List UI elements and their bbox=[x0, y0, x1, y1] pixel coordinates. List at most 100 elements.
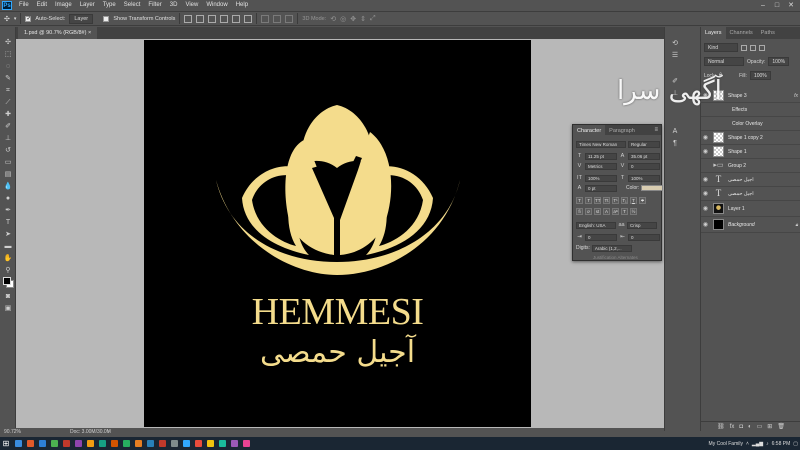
language-select[interactable]: English: USA bbox=[576, 221, 616, 229]
paragraph-panel-icon[interactable]: ¶ bbox=[669, 139, 681, 149]
small-caps-button[interactable]: Tt bbox=[603, 196, 610, 204]
distribute-icon[interactable] bbox=[273, 14, 282, 23]
taskbar-app-icon[interactable] bbox=[169, 437, 180, 450]
ligature-button[interactable]: fi bbox=[576, 207, 583, 215]
chevron-right-icon[interactable]: › bbox=[108, 428, 110, 437]
3d-slide-icon[interactable]: ⇕ bbox=[360, 15, 366, 23]
taskbar-app-icon[interactable] bbox=[85, 437, 96, 450]
horizontal-scale-input[interactable]: 100% bbox=[628, 174, 660, 182]
clone-stamp-icon[interactable]: ⊥ bbox=[3, 135, 13, 143]
layer-row[interactable]: ◉ Layer 1 bbox=[701, 201, 800, 217]
vertical-scale-input[interactable]: 100% bbox=[585, 174, 617, 182]
font-size-input[interactable]: 11.25 pt bbox=[585, 152, 617, 160]
menu-item-help[interactable]: Help bbox=[232, 0, 252, 11]
baseline-input[interactable]: 0 pt bbox=[585, 184, 617, 192]
properties-panel-icon[interactable]: ☰ bbox=[669, 51, 681, 61]
menu-item-select[interactable]: Select bbox=[120, 0, 145, 11]
filter-type-icon[interactable] bbox=[750, 44, 756, 51]
menu-item-view[interactable]: View bbox=[181, 0, 202, 11]
taskbar-app-icon[interactable] bbox=[121, 437, 132, 450]
leading-input[interactable]: 35.06 pt bbox=[628, 152, 660, 160]
distribute-icon[interactable] bbox=[261, 14, 270, 23]
blend-mode-select[interactable]: Normal bbox=[704, 57, 744, 66]
user-label[interactable]: My Cool Family bbox=[709, 441, 743, 447]
move-tool-icon[interactable]: ✣ bbox=[4, 15, 10, 23]
healing-brush-icon[interactable]: ✚ bbox=[3, 111, 13, 119]
fill-input[interactable]: 100% bbox=[749, 71, 771, 80]
eye-icon[interactable]: ◉ bbox=[701, 148, 710, 155]
taskbar-app-icon[interactable] bbox=[133, 437, 144, 450]
eye-icon[interactable]: ◉ bbox=[701, 190, 710, 197]
ordinals-button[interactable]: T bbox=[621, 207, 628, 215]
align-left-icon[interactable] bbox=[220, 14, 229, 23]
menu-item-image[interactable]: Image bbox=[51, 0, 76, 11]
opacity-input[interactable]: 100% bbox=[768, 57, 790, 66]
tab-layers[interactable]: Layers bbox=[701, 27, 726, 39]
brush-tool-icon[interactable]: ✐ bbox=[3, 123, 13, 131]
taskbar-app-icon[interactable] bbox=[205, 437, 216, 450]
discretionary-ligature-button[interactable]: ơ bbox=[585, 207, 592, 215]
pen-tool-icon[interactable]: ✒ bbox=[3, 207, 13, 215]
crop-tool-icon[interactable]: ⌗ bbox=[3, 87, 13, 95]
layer-row[interactable]: ▸▭ Group 2 bbox=[701, 159, 800, 173]
taskbar-app-icon[interactable] bbox=[25, 437, 36, 450]
align-hcenter-icon[interactable] bbox=[232, 14, 241, 23]
layer-row[interactable]: ◉ Background 🔒︎ bbox=[701, 217, 800, 233]
minimize-icon[interactable]: – bbox=[756, 0, 770, 11]
align-top-icon[interactable] bbox=[184, 14, 193, 23]
layer-row[interactable]: ◉ Shape 1 copy 2 bbox=[701, 131, 800, 145]
new-layer-icon[interactable]: ⊞ bbox=[767, 423, 772, 430]
3d-scale-icon[interactable]: ⤢ bbox=[370, 15, 376, 23]
taskbar-app-icon[interactable] bbox=[97, 437, 108, 450]
eye-icon[interactable]: ◉ bbox=[701, 205, 710, 212]
close-icon[interactable]: ✕ bbox=[784, 0, 798, 11]
antialias-select[interactable]: Crisp bbox=[627, 221, 657, 229]
tab-paths[interactable]: Paths bbox=[757, 27, 779, 39]
menu-item-layer[interactable]: Layer bbox=[76, 0, 99, 11]
quick-mask-icon[interactable]: ◙ bbox=[3, 293, 13, 301]
layer-row[interactable]: ◉ T آجیل حمصی bbox=[701, 187, 800, 201]
trash-icon[interactable]: 🗑︎ bbox=[777, 423, 785, 430]
auto-select-checkbox[interactable] bbox=[25, 15, 31, 22]
layer-row[interactable]: Color Overlay bbox=[701, 117, 800, 131]
adjustment-icon[interactable]: ◐ bbox=[748, 424, 752, 430]
blur-tool-icon[interactable]: 💧 bbox=[3, 183, 13, 191]
layer-filter-kind[interactable]: Kind bbox=[704, 43, 738, 52]
canvas-area[interactable]: HEMMESI آجیل حمصی bbox=[16, 39, 664, 428]
taskbar-app-icon[interactable] bbox=[217, 437, 228, 450]
document-tab[interactable]: 1.psd @ 90.7% (RGB/8#) × bbox=[18, 27, 98, 39]
taskbar-app-icon[interactable] bbox=[145, 437, 156, 450]
panel-menu-icon[interactable]: ≡ bbox=[654, 125, 658, 135]
align-bottom-icon[interactable] bbox=[208, 14, 217, 23]
taskbar-app-icon[interactable] bbox=[37, 437, 48, 450]
align-vcenter-icon[interactable] bbox=[196, 14, 205, 23]
windows-start-icon[interactable]: ⊞ bbox=[0, 437, 12, 450]
shape-tool-icon[interactable]: ▬ bbox=[3, 243, 13, 251]
eraser-tool-icon[interactable]: ▭ bbox=[3, 159, 13, 167]
clock[interactable]: 6:58 PM bbox=[772, 441, 791, 447]
eye-icon[interactable]: ◉ bbox=[701, 221, 710, 228]
gradient-tool-icon[interactable]: ▤ bbox=[3, 171, 13, 179]
menu-item-type[interactable]: Type bbox=[99, 0, 120, 11]
eye-icon[interactable]: ◉ bbox=[701, 134, 710, 141]
history-panel-icon[interactable]: ⟲ bbox=[669, 39, 681, 49]
taskbar-app-icon[interactable] bbox=[193, 437, 204, 450]
foreground-color-swatch[interactable] bbox=[3, 277, 11, 285]
digits-select[interactable]: Arabic (1,2,... bbox=[591, 244, 632, 252]
eyedropper-tool-icon[interactable]: ⟋ bbox=[3, 99, 13, 107]
character-panel-icon[interactable]: A bbox=[669, 127, 681, 137]
menu-item-file[interactable]: File bbox=[15, 0, 33, 11]
move-tool-icon[interactable]: ✣ bbox=[3, 39, 13, 47]
kerning-select[interactable]: Metrics bbox=[585, 162, 617, 170]
menu-item-window[interactable]: Window bbox=[202, 0, 231, 11]
artboard[interactable]: HEMMESI آجیل حمصی bbox=[144, 40, 531, 427]
titling-button[interactable]: aᵃ bbox=[612, 207, 619, 215]
screen-mode-icon[interactable]: ▣ bbox=[3, 305, 13, 313]
notification-icon[interactable]: ▢ bbox=[793, 441, 798, 447]
strikethrough-button[interactable]: T bbox=[639, 196, 646, 204]
type-tool-icon[interactable]: T bbox=[3, 219, 13, 227]
subscript-button[interactable]: T₁ bbox=[621, 196, 628, 204]
eye-icon[interactable]: ◉ bbox=[701, 176, 710, 183]
underline-button[interactable]: T bbox=[630, 196, 637, 204]
filter-shape-icon[interactable] bbox=[759, 44, 765, 51]
